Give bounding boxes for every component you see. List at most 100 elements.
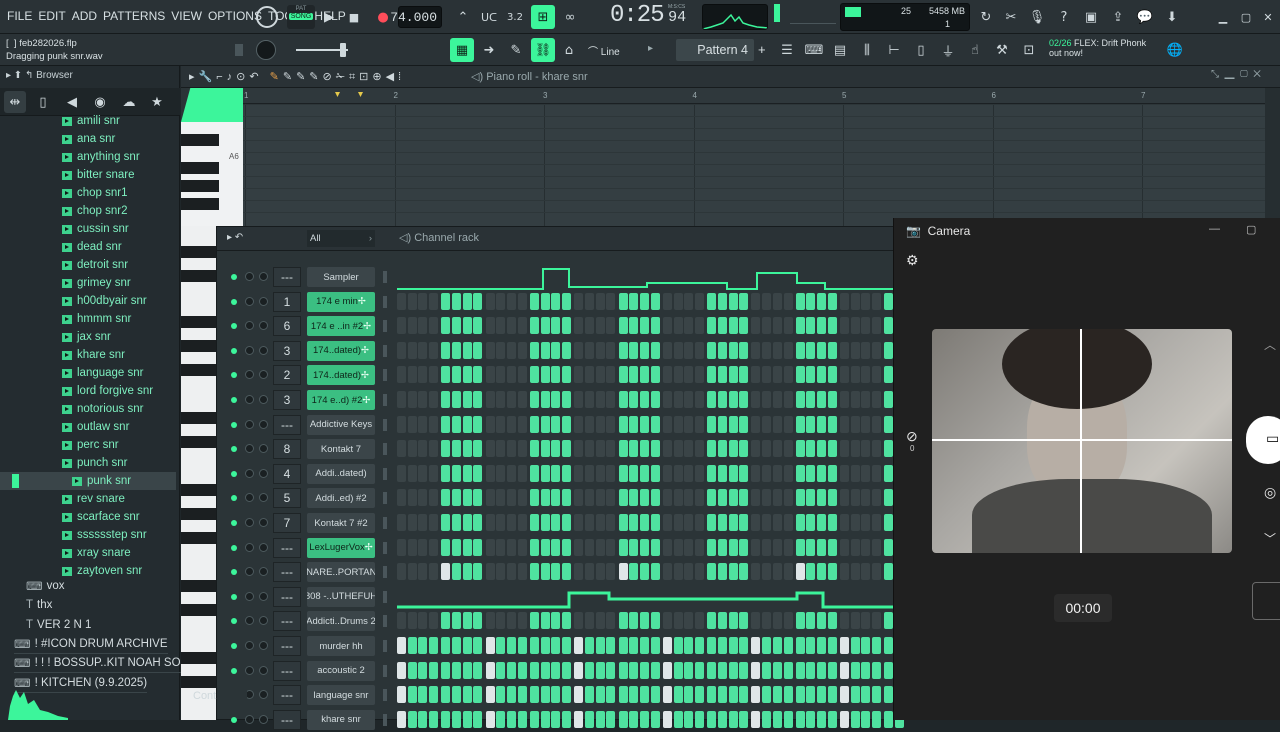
step-button[interactable]	[574, 464, 584, 482]
volume-knob[interactable]	[259, 591, 268, 601]
step-button[interactable]	[707, 538, 717, 556]
step-button[interactable]	[639, 563, 649, 581]
step-button[interactable]	[806, 661, 816, 679]
step-button[interactable]	[783, 366, 793, 384]
step-button[interactable]	[772, 415, 782, 433]
step-button[interactable]	[441, 612, 451, 630]
window-minimize-button[interactable]: ▁	[1212, 6, 1234, 28]
step-button[interactable]	[662, 637, 672, 654]
snap-selector[interactable]: ⌒ Line	[588, 43, 620, 58]
step-button[interactable]	[441, 637, 451, 654]
step-button[interactable]	[562, 341, 571, 359]
step-button[interactable]	[629, 440, 639, 458]
step-button[interactable]	[684, 317, 694, 335]
step-button[interactable]	[861, 440, 871, 458]
step-button[interactable]	[584, 514, 594, 531]
step-button[interactable]	[629, 538, 639, 556]
step-button[interactable]	[418, 489, 428, 507]
step-button[interactable]	[817, 391, 827, 408]
step-button[interactable]	[884, 415, 894, 433]
step-button[interactable]	[551, 317, 561, 335]
channel-select-led[interactable]	[383, 369, 387, 382]
step-button[interactable]	[694, 637, 704, 654]
step-button[interactable]	[397, 637, 406, 654]
step-button[interactable]	[462, 489, 472, 507]
step-button[interactable]	[739, 317, 749, 335]
step-button[interactable]	[618, 366, 628, 384]
step-button[interactable]	[418, 710, 428, 728]
step-button[interactable]	[595, 661, 605, 679]
step-button[interactable]	[551, 612, 561, 630]
step-button[interactable]	[485, 366, 495, 384]
step-button[interactable]	[618, 440, 628, 458]
step-button[interactable]	[606, 637, 616, 654]
step-button[interactable]	[540, 440, 550, 458]
step-button[interactable]	[562, 391, 571, 408]
step-button[interactable]	[650, 341, 660, 359]
step-button[interactable]	[595, 415, 605, 433]
step-button[interactable]	[717, 612, 727, 630]
step-button[interactable]	[850, 489, 860, 507]
help-button[interactable]: ?	[1053, 6, 1075, 28]
step-button[interactable]	[462, 710, 472, 728]
step-button[interactable]	[795, 563, 805, 581]
metronome-button[interactable]: ⌃	[452, 6, 474, 28]
step-button[interactable]	[517, 292, 527, 310]
step-button[interactable]	[606, 489, 616, 507]
browser-item[interactable]: h00dbyair snr	[62, 292, 147, 310]
browser-item[interactable]: dead snr	[62, 238, 122, 256]
step-button[interactable]	[884, 563, 894, 581]
step-button[interactable]	[639, 686, 649, 704]
step-button[interactable]	[694, 686, 704, 704]
step-button[interactable]	[407, 514, 417, 531]
step-button[interactable]	[772, 637, 782, 654]
step-button[interactable]	[407, 637, 417, 654]
step-button[interactable]	[574, 637, 584, 654]
step-button[interactable]	[562, 489, 571, 507]
black-key[interactable]	[181, 340, 216, 352]
pan-knob[interactable]	[245, 567, 254, 577]
step-button[interactable]	[673, 489, 683, 507]
camera-minimize-button[interactable]: —	[1209, 223, 1220, 235]
step-button[interactable]	[850, 464, 860, 482]
pan-knob[interactable]	[245, 616, 254, 626]
step-button[interactable]	[772, 710, 782, 728]
step-button[interactable]	[485, 391, 495, 408]
step-button[interactable]	[840, 661, 849, 679]
black-key[interactable]	[181, 484, 216, 496]
step-button[interactable]	[694, 317, 704, 335]
step-button[interactable]	[694, 292, 704, 310]
mixer-track-number[interactable]: ---	[273, 586, 301, 607]
step-button[interactable]	[861, 637, 871, 654]
step-button[interactable]	[452, 391, 461, 408]
mixer-track-number[interactable]: 8	[273, 439, 301, 460]
step-button[interactable]	[462, 538, 472, 556]
step-button[interactable]	[517, 661, 527, 679]
camera-photo-mode-button[interactable]: ◎	[1264, 484, 1276, 501]
step-button[interactable]	[496, 415, 506, 433]
step-button[interactable]	[762, 710, 772, 728]
step-button[interactable]	[639, 415, 649, 433]
step-button[interactable]	[429, 489, 439, 507]
step-button[interactable]	[806, 686, 816, 704]
browser-folder[interactable]: ⌨ ! ! ! BOSSUP..KIT NOAH SODA	[14, 654, 197, 673]
step-button[interactable]	[452, 637, 461, 654]
step-button[interactable]	[496, 612, 506, 630]
step-button[interactable]	[562, 710, 571, 728]
step-button[interactable]	[529, 366, 539, 384]
step-button[interactable]	[441, 563, 451, 581]
browser-tab-files[interactable]: ▯	[32, 91, 54, 113]
step-button[interactable]	[650, 538, 660, 556]
step-button[interactable]	[485, 686, 495, 704]
step-button[interactable]	[584, 489, 594, 507]
step-button[interactable]	[762, 415, 772, 433]
step-button[interactable]	[772, 489, 782, 507]
step-button[interactable]	[562, 292, 571, 310]
step-button[interactable]	[618, 317, 628, 335]
step-button[interactable]	[850, 391, 860, 408]
step-button[interactable]	[751, 538, 761, 556]
save-button[interactable]: ▣	[1080, 6, 1102, 28]
step-button[interactable]	[884, 514, 894, 531]
step-button[interactable]	[639, 661, 649, 679]
step-button[interactable]	[806, 514, 816, 531]
